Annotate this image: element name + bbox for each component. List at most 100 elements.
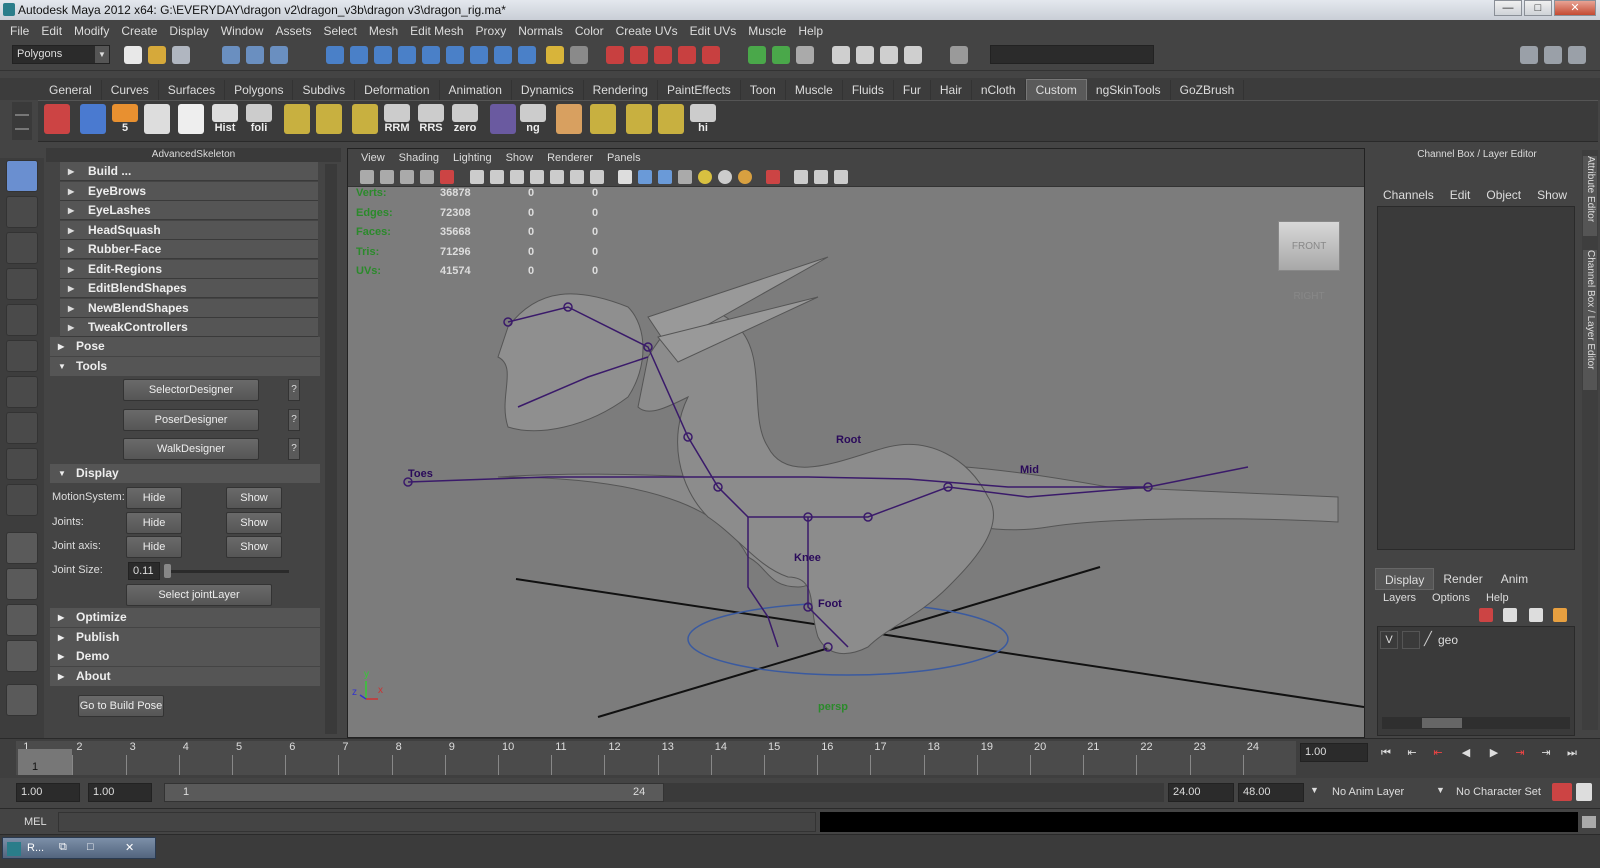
layer-tab-anim[interactable]: Anim (1492, 568, 1537, 590)
resolution-gate-icon[interactable] (510, 170, 524, 184)
chevron-down-icon[interactable]: ▼ (1436, 785, 1445, 795)
scale-tool-icon[interactable] (6, 340, 38, 372)
current-frame-marker[interactable]: 1 (18, 749, 72, 775)
symmetry-icon[interactable] (470, 46, 488, 64)
field-chart-icon[interactable] (550, 170, 564, 184)
shelf-button[interactable]: 5 (110, 104, 140, 140)
shelf-button[interactable] (624, 104, 654, 140)
menu-window[interactable]: Window (215, 24, 270, 38)
poser-designer-button[interactable]: PoserDesigner (123, 409, 259, 431)
snap-view-plane-icon[interactable] (398, 46, 416, 64)
anim-start-field[interactable]: 1.00 (88, 783, 152, 802)
safe-action-icon[interactable] (570, 170, 584, 184)
channel-box-menu-object[interactable]: Object (1478, 188, 1529, 202)
play-backwards-icon[interactable]: ◀ (1458, 745, 1474, 761)
universal-manipulator-icon[interactable] (6, 376, 38, 408)
gate-mask-icon[interactable] (530, 170, 544, 184)
shelf-button[interactable] (656, 104, 686, 140)
snap-live-icon[interactable] (422, 46, 440, 64)
tool-settings-toggle-icon[interactable] (1544, 46, 1562, 64)
walk-designer-button[interactable]: WalkDesigner (123, 438, 259, 460)
section-demo[interactable]: ▶ Demo (50, 647, 320, 667)
menu-help[interactable]: Help (792, 24, 829, 38)
shelf-button[interactable]: hi (688, 104, 718, 140)
layer-options-icon[interactable] (1553, 608, 1567, 622)
help-button[interactable]: ? (288, 379, 300, 401)
section-publish[interactable]: ▶ Publish (50, 627, 320, 647)
channel-box-icon[interactable] (880, 46, 898, 64)
shelf-button[interactable] (588, 104, 618, 140)
taskbar-window-item[interactable]: R... ⧉ □ ✕ (2, 837, 156, 859)
go-to-start-icon[interactable]: ⏮ (1378, 745, 1394, 761)
snap-grid-icon[interactable] (326, 46, 344, 64)
joint-size-slider[interactable] (164, 570, 289, 573)
menu-normals[interactable]: Normals (512, 24, 569, 38)
shelf-button[interactable] (554, 104, 584, 140)
shelf-button[interactable] (350, 104, 380, 140)
shelf-tab-muscle[interactable]: Muscle (786, 80, 843, 100)
menu-muscle[interactable]: Muscle (742, 24, 792, 38)
shelf-button[interactable] (488, 104, 518, 140)
xray-active-components-icon[interactable] (834, 170, 848, 184)
shelf-tab-gozbrush[interactable]: GoZBrush (1171, 80, 1245, 100)
camera-tools-icon[interactable] (380, 170, 394, 184)
shelf-tab-general[interactable]: General (40, 80, 102, 100)
animation-preferences-icon[interactable] (1576, 783, 1592, 801)
move-tool-icon[interactable] (6, 268, 38, 300)
channel-box-menu-edit[interactable]: Edit (1442, 188, 1479, 202)
go-to-end-icon[interactable]: ⏭ (1564, 745, 1580, 761)
new-empty-layer-icon[interactable] (1503, 608, 1517, 622)
end-time-field[interactable]: 48.00 (1238, 783, 1304, 802)
menu-proxy[interactable]: Proxy (470, 24, 513, 38)
help-button[interactable]: ? (288, 438, 300, 460)
snap-point-icon[interactable] (374, 46, 392, 64)
open-scene-icon[interactable] (148, 46, 166, 64)
field-selector-icon[interactable] (950, 46, 968, 64)
menu-modify[interactable]: Modify (68, 24, 115, 38)
character-set-label[interactable]: No Character Set (1456, 786, 1541, 798)
select-tool-icon[interactable] (6, 160, 38, 192)
layer-color-icon[interactable]: ╱ (1424, 631, 1438, 649)
view-cube[interactable]: FRONT RIGHT (1278, 221, 1340, 302)
shelf-tab-painteffects[interactable]: PaintEffects (658, 80, 741, 100)
time-slider[interactable]: 1 2 3 4 5 6 7 8 9 10 11 12 13 14 15 16 17 18 19 20 21 22 23 24 … (0, 738, 1600, 778)
select-joint-layer-button[interactable]: Select jointLayer (126, 584, 272, 606)
single-perspective-layout-icon[interactable] (6, 532, 38, 564)
layer-menu-options[interactable]: Options (1424, 590, 1478, 610)
ipr-render-icon[interactable] (630, 46, 648, 64)
shelf-button[interactable]: RRM (382, 104, 412, 140)
build-item-newblendshapes[interactable]: NewBlendShapes (60, 298, 318, 318)
view-cube-right[interactable]: RIGHT (1293, 291, 1324, 302)
custom-layout-icon[interactable] (6, 684, 38, 716)
attribute-editor-toggle-icon[interactable] (1520, 46, 1538, 64)
menu-color[interactable]: Color (569, 24, 610, 38)
snap-curve-icon[interactable] (350, 46, 368, 64)
xray-joints-icon[interactable] (814, 170, 828, 184)
chevron-down-icon[interactable]: ▼ (1310, 785, 1319, 795)
hide-button[interactable]: Hide (126, 511, 182, 534)
shelf-button[interactable]: zero (450, 104, 480, 140)
four-view-layout-icon[interactable] (6, 568, 38, 600)
new-layer-icon[interactable] (1479, 608, 1493, 622)
xray-icon[interactable] (494, 46, 512, 64)
anim-layer-label[interactable]: No Anim Layer (1332, 786, 1404, 798)
shelf-button[interactable] (42, 104, 72, 140)
minimize-button[interactable]: — (1494, 0, 1522, 16)
shelf-tab-polygons[interactable]: Polygons (225, 80, 294, 100)
help-icon[interactable] (518, 46, 536, 64)
range-slider[interactable]: 1 24 (164, 783, 664, 802)
build-item-build-[interactable]: Build ... (60, 162, 318, 181)
joint-size-field[interactable]: 0.11 (128, 562, 160, 580)
selector-designer-button[interactable]: SelectorDesigner (123, 379, 259, 401)
step-forward-key-icon[interactable]: ⇥ (1512, 745, 1528, 761)
save-scene-icon[interactable] (172, 46, 190, 64)
wireframe-on-shaded-icon[interactable] (658, 170, 672, 184)
help-button[interactable]: ? (288, 409, 300, 431)
menu-edit[interactable]: Edit (35, 24, 68, 38)
image-plane-icon[interactable] (420, 170, 434, 184)
anim-end-field[interactable]: 24.00 (1168, 783, 1234, 802)
mel-input[interactable] (58, 812, 816, 832)
shelf-button[interactable]: Hist (210, 104, 240, 140)
grease-pencil-icon[interactable] (440, 170, 454, 184)
close-icon[interactable]: ✕ (125, 841, 134, 854)
